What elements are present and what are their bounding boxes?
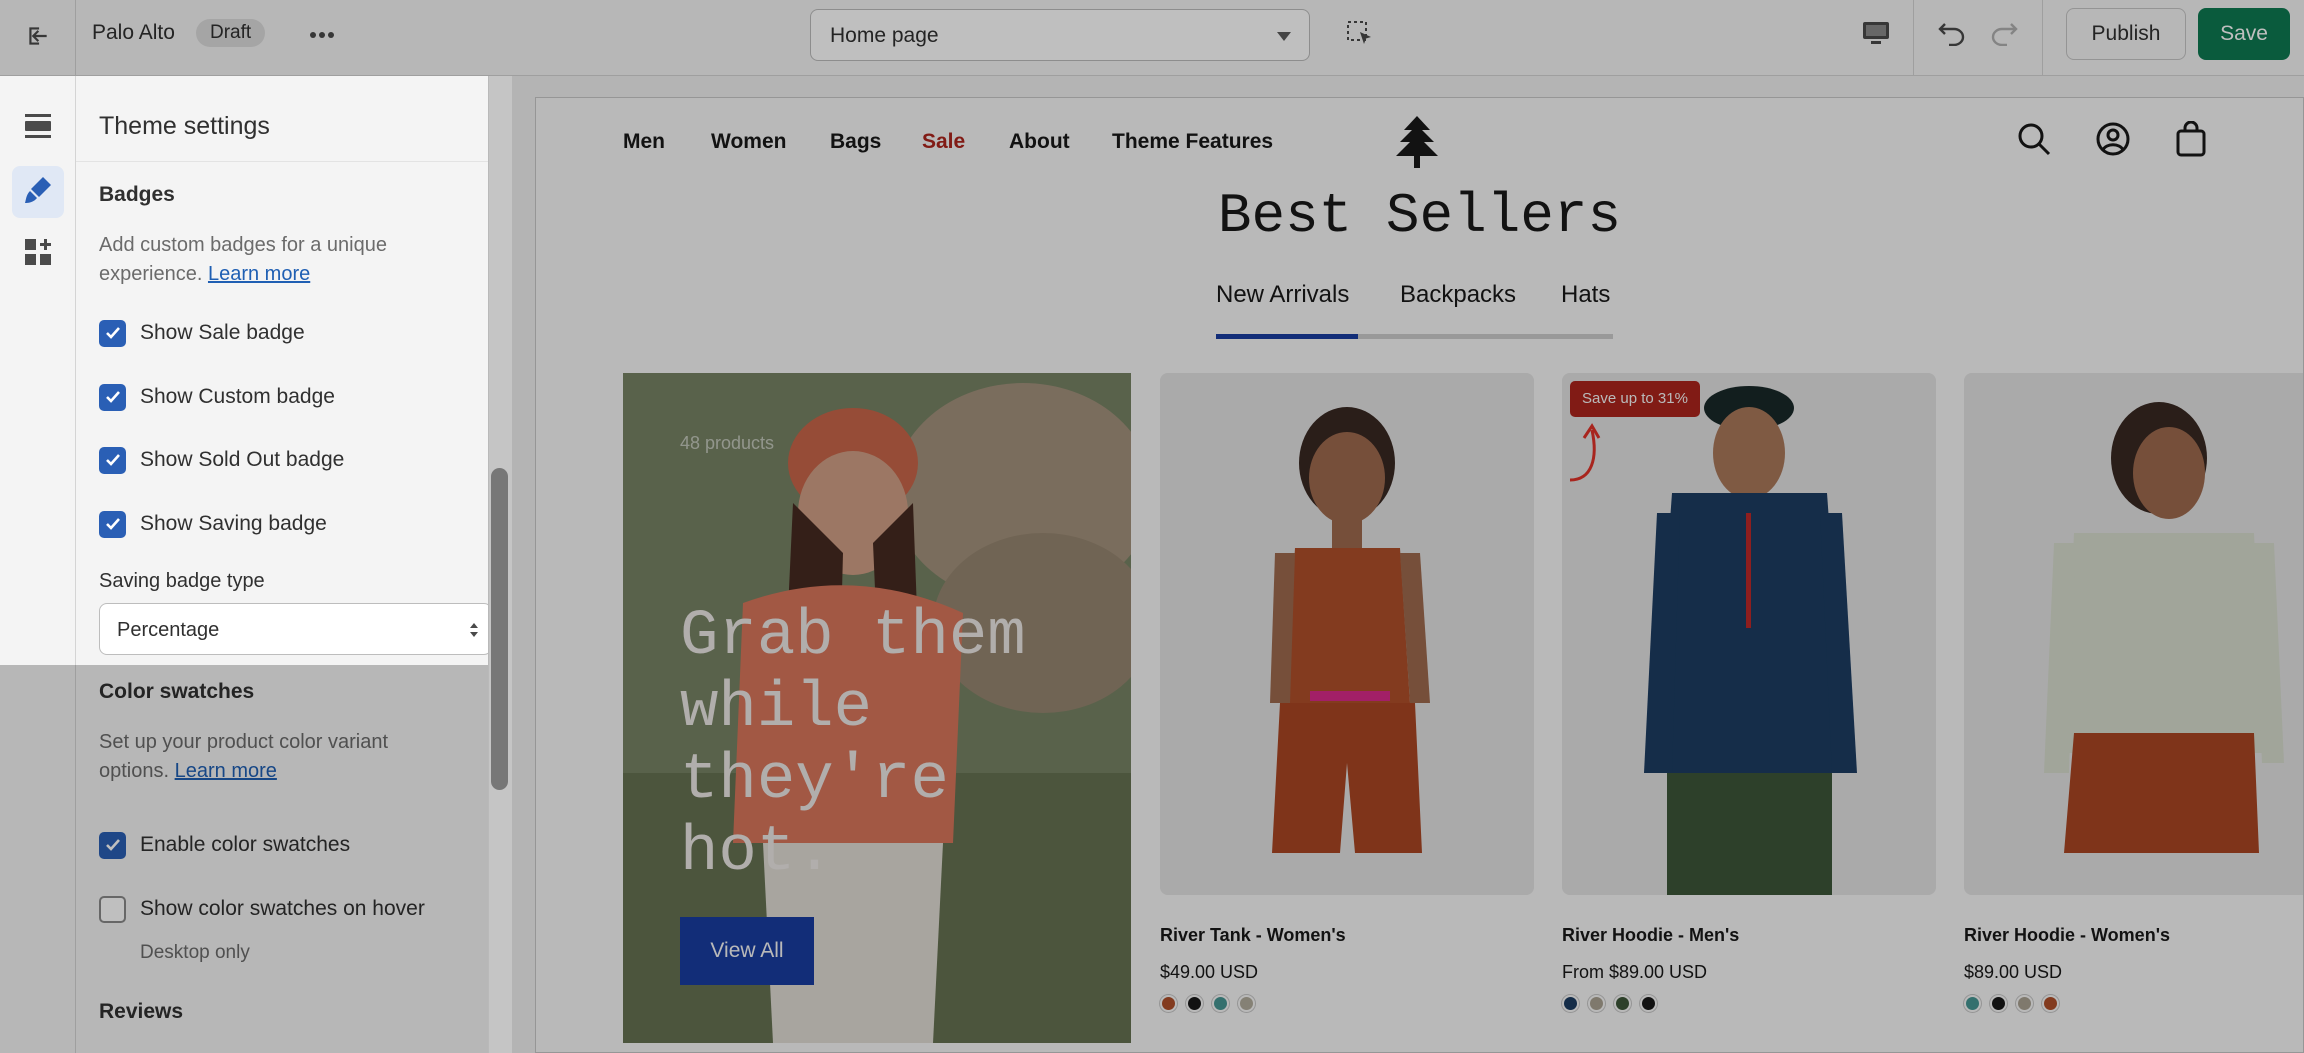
badges-help-text: Add custom badges for a unique experienc…: [99, 231, 449, 289]
checkbox-label: Show Saving badge: [140, 512, 327, 535]
panel-header: Theme settings: [76, 76, 488, 162]
theme-settings-button[interactable]: [12, 166, 64, 218]
preview-dim-overlay-outer: [488, 76, 2304, 1053]
panel-dim-overlay: [0, 665, 488, 1053]
show-saving-badge-checkbox[interactable]: Show Saving badge: [99, 509, 327, 539]
checkbox-label: Show Custom badge: [140, 385, 335, 408]
checkbox-label: Show Sale badge: [140, 321, 305, 344]
saving-badge-type-label: Saving badge type: [99, 570, 265, 592]
badges-learn-more-link[interactable]: Learn more: [208, 263, 310, 285]
sections-icon: [24, 113, 52, 144]
saving-badge-type-select[interactable]: Percentage: [99, 603, 488, 655]
show-sold-out-badge-checkbox[interactable]: Show Sold Out badge: [99, 445, 344, 475]
apps-icon: [24, 238, 52, 271]
topbar-dim-overlay: [0, 0, 2304, 76]
checkbox-checked[interactable]: [99, 510, 126, 538]
checkbox-checked[interactable]: [99, 383, 126, 411]
checkbox-checked[interactable]: [99, 446, 126, 474]
select-arrows-icon: [469, 620, 479, 640]
sections-button[interactable]: [12, 102, 64, 154]
saving-badge-type-value: Percentage: [117, 619, 220, 641]
apps-button[interactable]: [12, 228, 64, 280]
panel-title: Theme settings: [99, 112, 270, 140]
show-custom-badge-checkbox[interactable]: Show Custom badge: [99, 382, 335, 412]
checkbox-checked[interactable]: [99, 319, 126, 347]
checkbox-label: Show Sold Out badge: [140, 448, 345, 471]
badges-section-title: Badges: [99, 183, 175, 206]
show-sale-badge-checkbox[interactable]: Show Sale badge: [99, 318, 305, 348]
paintbrush-icon: [23, 175, 53, 210]
